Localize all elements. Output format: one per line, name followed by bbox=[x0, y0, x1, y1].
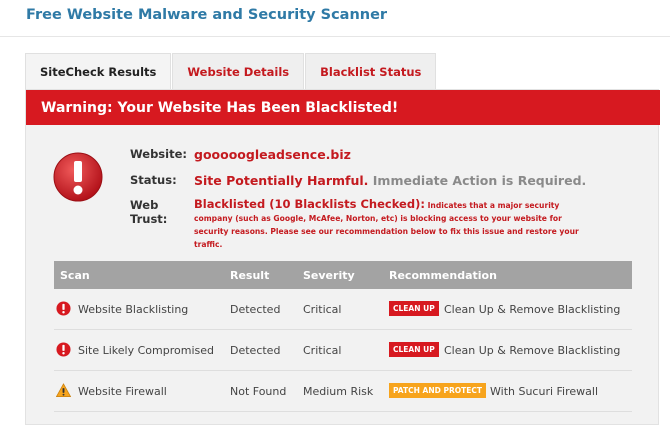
scan-severity: Critical bbox=[303, 344, 342, 357]
tab-website-details[interactable]: Website Details bbox=[172, 53, 305, 89]
scan-severity: Medium Risk bbox=[303, 385, 374, 398]
recommendation-text: Clean Up & Remove Blacklisting bbox=[444, 303, 621, 316]
status-label: Status: bbox=[130, 173, 177, 187]
tab-blacklist-status[interactable]: Blacklist Status bbox=[305, 53, 437, 89]
status-value: Site Potentially Harmful. Immediate Acti… bbox=[194, 173, 586, 188]
table-header: Scan Result Severity Recommendation bbox=[54, 261, 632, 289]
website-label: Website: bbox=[130, 147, 187, 161]
table-row: Website Firewall Not Found Medium Risk P… bbox=[54, 371, 632, 412]
trust-description: Blacklisted (10 Blacklists Checked): Ind… bbox=[194, 198, 594, 251]
scan-severity: Critical bbox=[303, 303, 342, 316]
warning-icon bbox=[56, 383, 71, 397]
scan-name: Website Firewall bbox=[78, 385, 167, 398]
alert-icon bbox=[53, 152, 103, 202]
results-tabs: SiteCheck Results Website Details Blackl… bbox=[25, 53, 437, 89]
error-icon bbox=[56, 342, 71, 357]
trust-label-line2: Trust: bbox=[130, 212, 168, 226]
clean-up-button[interactable]: CLEAN UP bbox=[389, 301, 439, 316]
trust-label-line1: Web bbox=[130, 198, 159, 212]
clean-up-button[interactable]: CLEAN UP bbox=[389, 342, 439, 357]
website-value: gooooogleadsence.biz bbox=[194, 147, 351, 162]
header-recommendation: Recommendation bbox=[389, 269, 497, 282]
trust-label: Web Trust: bbox=[130, 198, 167, 226]
header-severity: Severity bbox=[303, 269, 355, 282]
title-divider bbox=[0, 36, 670, 37]
tab-sitecheck-results[interactable]: SiteCheck Results bbox=[25, 53, 172, 89]
header-scan: Scan bbox=[60, 269, 90, 282]
header-result: Result bbox=[230, 269, 270, 282]
table-row: Website Blacklisting Detected Critical C… bbox=[54, 289, 632, 330]
status-note: Immediate Action is Required. bbox=[372, 173, 587, 188]
page-title: Free Website Malware and Security Scanne… bbox=[26, 7, 388, 23]
trust-lead: Blacklisted (10 Blacklists Checked): bbox=[194, 197, 425, 211]
patch-and-protect-button[interactable]: PATCH AND PROTECT bbox=[389, 383, 486, 398]
scan-result: Detected bbox=[230, 344, 281, 357]
error-icon bbox=[56, 301, 71, 316]
scan-name: Website Blacklisting bbox=[78, 303, 189, 316]
scan-name: Site Likely Compromised bbox=[78, 344, 214, 357]
warning-banner: Warning: Your Website Has Been Blacklist… bbox=[26, 90, 660, 125]
status-text: Site Potentially Harmful. bbox=[194, 173, 369, 188]
scan-result: Not Found bbox=[230, 385, 287, 398]
table-row: Site Likely Compromised Detected Critica… bbox=[54, 330, 632, 371]
results-panel: Warning: Your Website Has Been Blacklist… bbox=[25, 89, 660, 425]
scan-result: Detected bbox=[230, 303, 281, 316]
recommendation-text: Clean Up & Remove Blacklisting bbox=[444, 344, 621, 357]
recommendation-text: With Sucuri Firewall bbox=[490, 385, 599, 398]
